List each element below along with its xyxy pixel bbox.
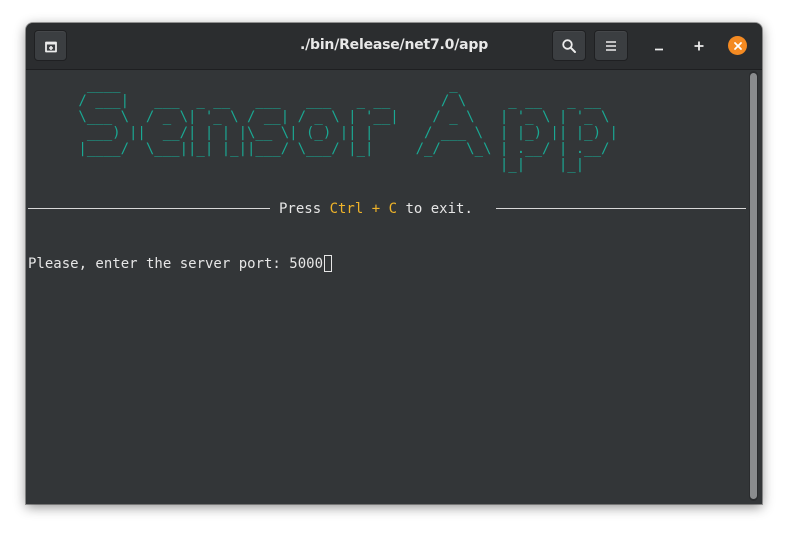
- exit-hint-plus: +: [363, 201, 389, 217]
- port-input-value[interactable]: 5000: [289, 256, 323, 272]
- scrollbar[interactable]: [749, 71, 758, 501]
- minimize-button[interactable]: [648, 35, 670, 57]
- terminal-output[interactable]: ____ _ / ___| ___ _ __ ___ ___ _ __ / \ …: [26, 70, 748, 504]
- maximize-icon: [694, 41, 704, 51]
- exit-hint-key-ctrl: Ctrl: [329, 201, 364, 217]
- close-button[interactable]: [728, 36, 747, 55]
- rule-line-left: [28, 208, 270, 209]
- maximize-button[interactable]: [688, 35, 710, 57]
- ascii-banner: ____ _ / ___| ___ _ __ ___ ___ _ __ / \ …: [78, 77, 618, 173]
- exit-hint-rule: Press Ctrl + C to exit.: [28, 199, 746, 219]
- search-button[interactable]: [552, 30, 586, 61]
- hamburger-menu-icon: [606, 40, 616, 51]
- exit-hint-key-c: C: [388, 201, 398, 217]
- exit-hint: Press Ctrl + C to exit.: [279, 199, 473, 219]
- close-icon: [733, 41, 742, 50]
- port-prompt: Please, enter the server port: 5000: [28, 254, 333, 274]
- exit-hint-prefix: Press: [279, 201, 330, 217]
- search-icon: [562, 38, 576, 53]
- titlebar: ./bin/Release/net7.0/app: [26, 23, 762, 70]
- text-cursor: [324, 255, 333, 272]
- port-prompt-label: Please, enter the server port:: [28, 256, 290, 272]
- scrollbar-thumb[interactable]: [750, 73, 757, 499]
- minimize-icon: [655, 48, 663, 51]
- rule-line-right: [496, 208, 746, 209]
- menu-button[interactable]: [594, 30, 628, 61]
- exit-hint-suffix: to exit.: [397, 201, 473, 217]
- terminal-window: ./bin/Release/net7.0/app ____ _ / ___| _…: [26, 23, 762, 504]
